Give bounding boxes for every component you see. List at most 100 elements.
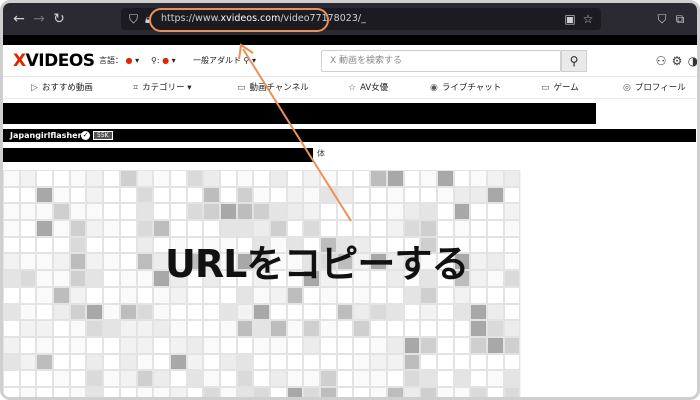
mosaic-tile <box>19 186 37 204</box>
nav-item-channels[interactable]: ▭ 動画チャンネル <box>237 81 309 95</box>
mosaic-tile <box>253 203 270 221</box>
mosaic-tile <box>370 186 387 204</box>
mosaic-tile <box>186 370 204 387</box>
mosaic-tile <box>86 203 104 221</box>
nav-item-recommended[interactable]: ▷ おすすめ動画 <box>31 81 93 95</box>
mosaic-tile <box>320 370 337 387</box>
mosaic-tile <box>186 220 204 237</box>
nav-item-games[interactable]: ▭ ゲーム <box>541 81 579 95</box>
mosaic-tile <box>153 203 170 221</box>
mosaic-tile <box>3 170 20 187</box>
mosaic-tile <box>403 186 421 204</box>
tags-redacted <box>3 148 313 162</box>
mosaic-tile <box>503 253 521 271</box>
mosaic-tile <box>470 303 487 321</box>
search-icon: ⚲ <box>569 54 579 68</box>
play-icon: ▷ <box>31 83 38 93</box>
mosaic-tile <box>186 286 204 304</box>
location-selector[interactable]: ⚲: ● ▾ <box>151 54 176 68</box>
mosaic-tile <box>353 220 371 237</box>
nav-item-profiles[interactable]: ◎ プロフィール <box>623 81 686 95</box>
mosaic-tile <box>136 270 154 287</box>
nav-item-pornstars[interactable]: ☆ AV女優 <box>348 81 388 95</box>
mosaic-tile <box>420 203 437 221</box>
mosaic-tile <box>203 186 220 204</box>
mosaic-tile <box>403 286 421 304</box>
mosaic-tile <box>169 286 187 304</box>
mosaic-tile <box>3 236 20 254</box>
reload-icon[interactable]: ↻ <box>49 9 69 29</box>
mosaic-tile <box>3 336 20 354</box>
search-button[interactable]: ⚲ <box>561 50 587 72</box>
user-icon[interactable]: ⚇ <box>653 53 669 69</box>
pocket-icon[interactable]: ⛉ <box>653 10 671 28</box>
mosaic-tile <box>136 253 154 271</box>
search-input[interactable]: X 動画を検索する <box>321 50 561 72</box>
mosaic-tile <box>69 303 87 321</box>
mosaic-tile <box>420 320 437 337</box>
mosaic-tile <box>53 253 70 271</box>
mosaic-tile <box>103 186 120 204</box>
mosaic-tile <box>169 170 187 187</box>
tracking-protection-icon[interactable]: ⛉ <box>129 10 138 28</box>
mosaic-tile <box>136 320 154 337</box>
mosaic-tile <box>370 386 387 397</box>
mosaic-tile <box>436 336 454 354</box>
mosaic-tile <box>86 370 104 387</box>
mosaic-tile <box>453 186 471 204</box>
mosaic-tile <box>353 386 371 397</box>
mosaic-tile <box>169 336 187 354</box>
mosaic-tile <box>253 320 270 337</box>
mosaic-tile <box>203 386 220 397</box>
mosaic-tile <box>19 253 37 271</box>
mosaic-tile <box>153 220 170 237</box>
mosaic-tile <box>453 170 471 187</box>
mosaic-tile <box>503 370 521 387</box>
mosaic-tile <box>169 353 187 371</box>
mosaic-tile <box>3 353 20 371</box>
location-pin-icon: ⚲ <box>151 56 157 65</box>
mosaic-tile <box>253 303 270 321</box>
mosaic-tile <box>503 220 521 237</box>
mosaic-tile <box>303 170 321 187</box>
mosaic-tile <box>103 220 120 237</box>
settings-gear-icon[interactable]: ⚙ <box>669 53 685 69</box>
mosaic-tile <box>69 203 87 221</box>
back-arrow-icon[interactable]: ← <box>9 9 29 29</box>
mosaic-tile <box>453 203 471 221</box>
mosaic-tile <box>253 220 270 237</box>
mosaic-tile <box>169 186 187 204</box>
mosaic-tile <box>486 320 504 337</box>
mosaic-tile <box>153 286 170 304</box>
mosaic-tile <box>3 386 20 397</box>
mosaic-tile <box>286 286 304 304</box>
mosaic-tile <box>119 320 137 337</box>
theme-icon[interactable]: ◑ <box>685 53 697 69</box>
uploader-name[interactable]: Japangirlflasher <box>10 129 82 142</box>
mosaic-tile <box>470 220 487 237</box>
mosaic-tile <box>203 336 220 354</box>
site-logo[interactable]: XVIDEOS <box>13 50 95 72</box>
nav-item-live-chat[interactable]: ◉ ライブチャット <box>430 81 501 95</box>
mosaic-tile <box>86 186 104 204</box>
mosaic-tile <box>286 336 304 354</box>
mosaic-tile <box>53 286 70 304</box>
mosaic-tile <box>86 253 104 271</box>
mosaic-tile <box>236 386 254 397</box>
nav-item-categories[interactable]: ⌗ カテゴリー ▾ <box>133 81 192 95</box>
mosaic-tile <box>470 370 487 387</box>
category-nav: ▷ おすすめ動画 ⌗ カテゴリー ▾ ▭ 動画チャンネル ☆ AV女優 ◉ ライブチャット… <box>3 77 697 99</box>
mosaic-tile <box>420 386 437 397</box>
mosaic-tile <box>420 220 437 237</box>
extensions-icon[interactable]: ⧉ <box>671 10 689 28</box>
content-filter-selector[interactable]: 一般アダルト ⚲ ▾ <box>193 54 256 68</box>
mosaic-tile <box>336 386 354 397</box>
mosaic-tile <box>470 286 487 304</box>
bookmark-star-icon[interactable]: ☆ <box>579 10 597 28</box>
forward-arrow-icon[interactable]: → <box>29 9 49 29</box>
mosaic-tile <box>503 236 521 254</box>
reader-view-icon[interactable]: ▣ <box>561 10 579 28</box>
mosaic-tile <box>69 353 87 371</box>
language-selector[interactable]: 言語： ● ▾ <box>99 54 139 68</box>
mosaic-tile <box>436 170 454 187</box>
